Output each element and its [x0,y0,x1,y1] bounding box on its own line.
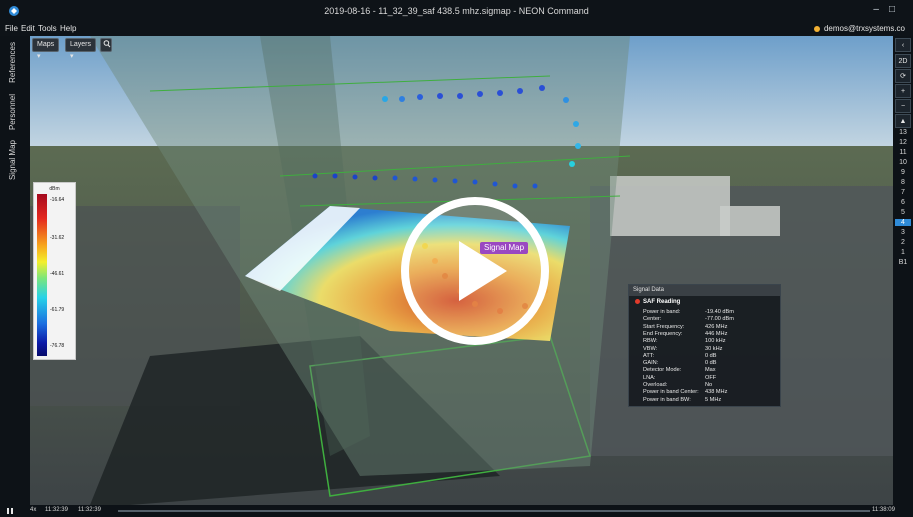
right-sidebar: ‹ 2D ⟳ + − ▲ 13 12 11 10 9 8 7 6 5 4 3 2… [893,36,913,505]
floor-b1[interactable]: B1 [895,259,911,266]
floor-13[interactable]: 13 [895,129,911,136]
timeline-scrubber[interactable] [118,510,870,512]
floor-7[interactable]: 7 [895,189,911,196]
tab-personnel[interactable]: Personnel [8,94,17,130]
user-account[interactable]: demos@trxsystems.co [813,24,905,33]
window-controls: –□ [873,4,905,15]
signal-row-key: Overload: [643,382,668,388]
zoom-in-icon[interactable]: + [895,84,911,98]
signal-row-value: OFF [705,374,717,381]
pause-icon[interactable] [6,507,14,515]
signal-legend: dBm -16.64 -31.62 -46.61 -61.79 -76.78 [33,182,76,360]
reading-title: SAF Reading [635,299,680,305]
menu-bar: File Edit Tools Help demos@trxsystems.co [0,22,913,36]
window-title: 2019-08-16 - 11_32_39_saf 438.5 mhz.sigm… [324,6,589,16]
legend-tick: -46.61 [50,271,65,277]
floor-2[interactable]: 2 [895,239,911,246]
signal-row-key: LNA: [643,374,656,381]
collapse-icon[interactable]: ‹ [895,38,911,52]
user-icon [813,25,820,32]
layers-dropdown[interactable]: Layers ▾ [65,38,97,60]
signal-row-key: VBW: [643,345,658,352]
legend-tick: -76.78 [50,343,65,349]
signal-row-key: Start Frequency: [643,323,685,330]
title-bar: 2019-08-16 - 11_32_39_saf 438.5 mhz.sigm… [0,0,913,23]
timeline-end: 11:38:09 [872,507,895,513]
floor-6[interactable]: 6 [895,199,911,206]
signal-row-value: 100 kHz [705,338,726,345]
signal-row-value: 0 dB [705,360,717,367]
floor-up-icon[interactable]: ▲ [895,114,911,128]
zoom-out-icon[interactable]: − [895,99,911,113]
menu-tools[interactable]: Tools [38,24,57,33]
restore-icon[interactable]: □ [889,4,905,15]
signal-row-key: Power in band Center: [643,389,699,396]
floor-11[interactable]: 11 [895,149,911,156]
signal-row-value: 426 MHz [705,323,728,330]
rotate-icon[interactable]: ⟳ [895,69,911,83]
signal-row-value: 446 MHz [705,330,728,337]
signal-row-value: -77.00 dBm [705,316,734,323]
legend-tick: -61.79 [50,307,65,313]
signal-row-key: End Frequency: [643,330,683,337]
floor-1[interactable]: 1 [895,249,911,256]
search-button[interactable] [100,38,112,52]
signal-row-value: 438 MHz [705,389,728,396]
menu-file[interactable]: File [5,24,18,33]
signal-row-key: GAIN: [643,360,659,367]
legend-color-scale [37,194,47,356]
signal-row-key: Power in band: [643,309,681,315]
floor-8[interactable]: 8 [895,179,911,186]
floor-12[interactable]: 12 [895,139,911,146]
floor-3[interactable]: 3 [895,229,911,236]
reading-title-text: SAF Reading [643,299,681,306]
timeline-start: 11:32:39 [45,507,68,513]
signal-row-key: RBW: [643,338,658,345]
legend-tick: -31.62 [50,235,65,241]
left-sidebar: References Personnel Signal Map [0,36,30,505]
rooftop-2 [720,206,780,236]
search-icon [103,40,111,48]
play-icon[interactable] [399,195,551,347]
signal-row-value: 5 MHz [705,396,722,403]
playback-speed[interactable]: 4x [30,507,36,513]
signal-row-value: No [705,382,713,388]
reading-status-icon [635,299,640,304]
signal-row-key: Power in band BW: [643,396,691,403]
floor-5[interactable]: 5 [895,209,911,216]
signal-data-header: Signal Data [629,285,780,296]
signal-row-key: ATT: [643,352,655,359]
floor-10[interactable]: 10 [895,159,911,166]
signal-row-value: 30 kHz [705,345,723,352]
signal-data-panel: Signal Data SAF Reading Power in band: -1… [628,284,781,407]
floor-4[interactable]: 4 [895,219,911,226]
signal-row-key: Center: [643,316,662,323]
menu-help[interactable]: Help [60,24,76,33]
view-2d-button[interactable]: 2D [895,54,911,68]
legend-tick: -16.64 [50,197,65,203]
legend-unit: dBm [49,186,60,192]
user-email: demos@trxsystems.co [823,24,905,33]
rooftop [610,176,730,236]
floor-9[interactable]: 9 [895,169,911,176]
signal-row-value: 0 dB [705,352,717,359]
tab-references[interactable]: References [8,42,17,83]
timeline-bar: 4x 11:32:39 11:32:39 11:38:09 [0,505,913,517]
signal-row-value: -19.40 dBm [705,309,734,315]
timeline-current: 11:32:39 [78,507,101,513]
minimize-icon[interactable]: – [873,4,889,15]
maps-dropdown[interactable]: Maps ▾ [32,38,60,60]
menu-edit[interactable]: Edit [21,24,35,33]
signal-row-value: Max [705,367,716,374]
tab-signal-map[interactable]: Signal Map [8,140,17,180]
signal-row-key: Detector Mode: [643,367,682,374]
